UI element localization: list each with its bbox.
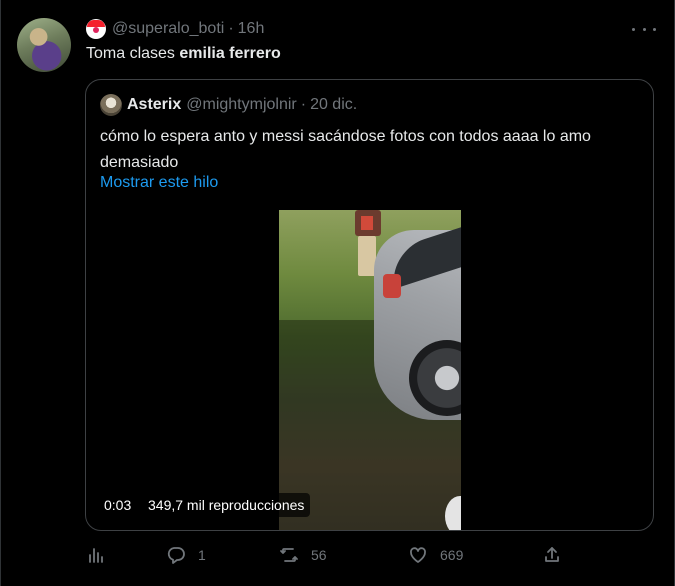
- video-duration: 0:03: [98, 493, 138, 517]
- quoted-tweet-text: cómo lo espera anto y messi sacándose fo…: [100, 128, 591, 171]
- quoted-date: 20 dic.: [310, 96, 358, 113]
- share-icon: [545, 547, 559, 562]
- retweet-icon: [280, 548, 298, 562]
- reply-count: 1: [198, 547, 206, 563]
- avatar[interactable]: [17, 18, 71, 72]
- analytics-button[interactable]: [86, 543, 106, 567]
- quoted-author-name: Asterix: [127, 96, 182, 113]
- tweet-timestamp[interactable]: 16h: [238, 20, 265, 38]
- tweet-text-prefix: Toma clases: [86, 45, 180, 62]
- separator-dot: ·: [228, 20, 234, 37]
- tweet-card[interactable]: @superalo_boti · 16h Toma clases emilia …: [0, 0, 675, 586]
- share-button[interactable]: [542, 543, 562, 567]
- quoted-avatar: [100, 94, 122, 116]
- quoted-author-handle: @mightymjolnir: [186, 96, 297, 113]
- video-player[interactable]: [279, 210, 461, 530]
- quoted-tweet-header: Asterix @mightymjolnir · 20 dic.: [100, 94, 357, 116]
- quoted-tweet[interactable]: Asterix @mightymjolnir · 20 dic. cómo lo…: [85, 79, 654, 531]
- tweet-text: Toma clases emilia ferrero: [86, 44, 281, 64]
- retweet-button[interactable]: 56: [279, 543, 327, 567]
- author-handle[interactable]: @superalo_boti: [112, 20, 224, 38]
- analytics-icon: [89, 548, 103, 563]
- like-button[interactable]: 669: [408, 543, 463, 567]
- tweet-text-bold: emilia ferrero: [179, 45, 281, 62]
- more-options-icon[interactable]: [632, 20, 656, 38]
- reply-button[interactable]: 1: [166, 543, 206, 567]
- heart-icon: [410, 547, 426, 563]
- video-views: 349,7 mil reproducciones: [142, 493, 311, 517]
- show-thread-link[interactable]: Mostrar este hilo: [100, 174, 218, 192]
- video-car-light: [383, 274, 401, 298]
- clown-emoji-icon: [86, 19, 106, 39]
- like-count: 669: [440, 547, 464, 563]
- retweet-count: 56: [311, 547, 327, 563]
- separator-dot: ·: [300, 96, 307, 113]
- tweet-header: @superalo_boti · 16h: [86, 18, 264, 40]
- action-bar: 1 56 669: [86, 543, 566, 567]
- reply-icon: [167, 547, 185, 564]
